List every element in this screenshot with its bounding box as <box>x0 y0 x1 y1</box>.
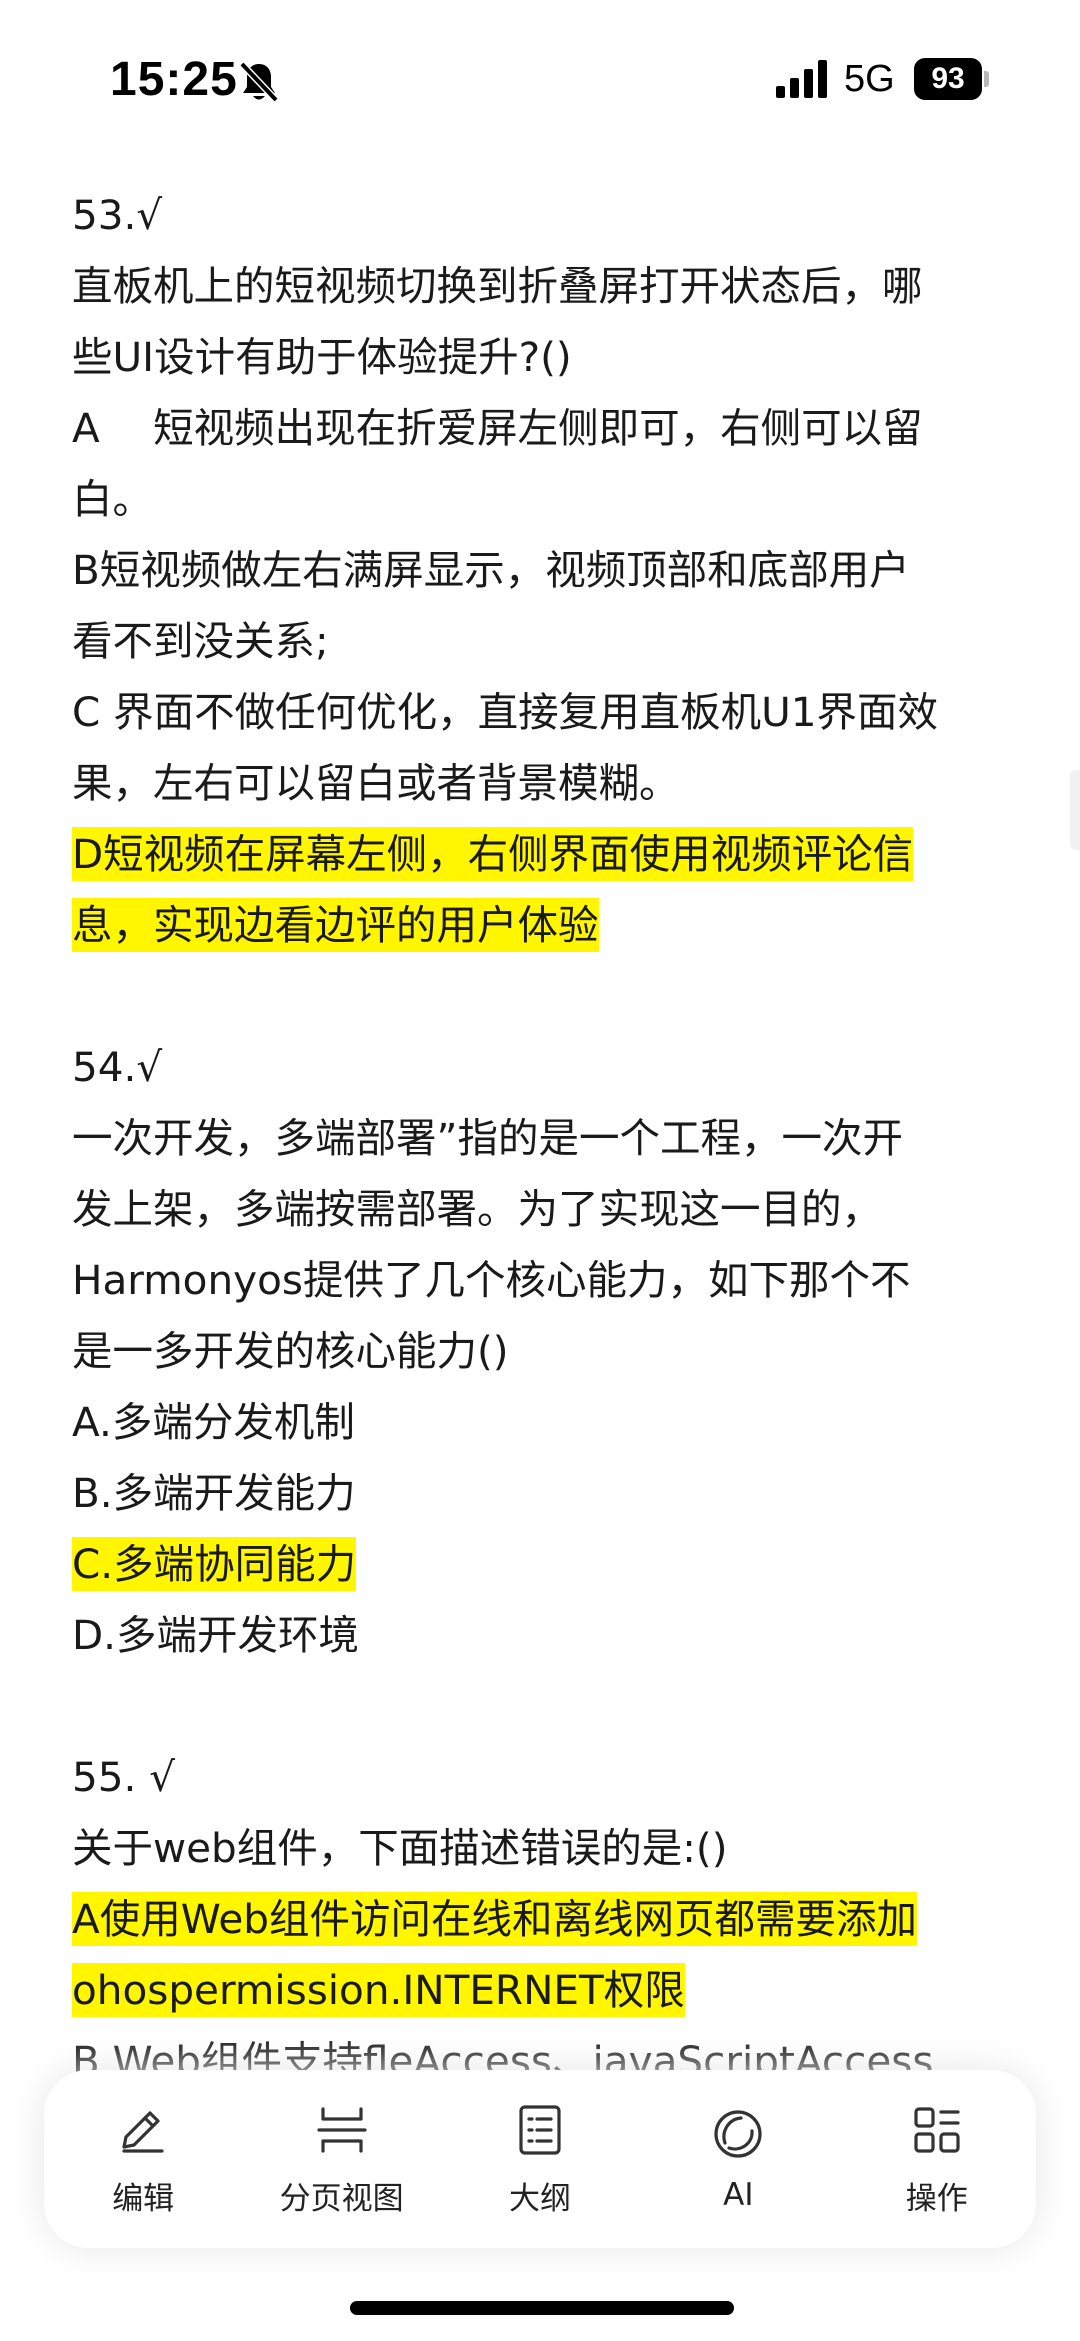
line-text: ohospermission.INTERNET权限 <box>72 1963 685 2017</box>
line-text: 一次开发，多端部署”指的是一个工程，一次开 <box>72 1114 903 1162</box>
line-text: 直板机上的短视频切换到折叠屏打开状态后，哪 <box>72 262 923 310</box>
line-text: 息，实现边看边评的用户体验 <box>72 898 599 952</box>
line-text: A.多端分发机制 <box>72 1398 355 1446</box>
question-block: 53.√ 直板机上的短视频切换到折叠屏打开状态后，哪 些UI设计有助于体验提升?()… <box>72 180 1022 961</box>
actions-button[interactable]: 操作 <box>847 2101 1027 2218</box>
document-body[interactable]: 53.√ 直板机上的短视频切换到折叠屏打开状态后，哪 些UI设计有助于体验提升?()… <box>72 180 1022 2097</box>
page-view-label: 分页视图 <box>279 2180 404 2217</box>
line-text: C.多端协同能力 <box>72 1537 357 1591</box>
battery-tip <box>984 71 989 87</box>
actions-label: 操作 <box>905 2180 968 2217</box>
question-gap <box>72 961 1022 1032</box>
ai-icon <box>714 2110 762 2158</box>
text-line: A 短视频出现在折爱屏左侧即可，右侧可以留 <box>72 393 1022 464</box>
line-text: C 界面不做任何优化，直接复用直板机U1界面效 <box>72 688 939 736</box>
bell-muted-icon <box>239 61 279 103</box>
text-line: 是一多开发的核心能力() <box>72 1316 1022 1387</box>
signal-icon <box>776 60 827 98</box>
text-line: 白。 <box>72 464 1022 535</box>
line-text: B短视频做左右满屏显示，视频顶部和底部用户 <box>72 546 910 594</box>
status-bar: 15:25 5G 93 <box>0 0 1080 160</box>
page-view-icon <box>316 2106 367 2153</box>
line-text: B.多端开发能力 <box>72 1469 356 1517</box>
question-block: 55. √ 关于web组件，下面描述错误的是:() A使用Web组件访问在线和离线网… <box>72 1742 1022 2097</box>
text-line: 些UI设计有助于体验提升?() <box>72 322 1022 393</box>
home-indicator[interactable] <box>350 2301 734 2315</box>
highlighted-line: A使用Web组件访问在线和离线网页都需要添加 <box>72 1884 1022 1955</box>
text-line: 发上架，多端按需部署。为了实现这一目的， <box>72 1174 1022 1245</box>
question-gap <box>72 1671 1022 1742</box>
line-text: 53.√ <box>72 191 163 239</box>
text-line: 55. √ <box>72 1742 1022 1813</box>
question-block: 54.√ 一次开发，多端部署”指的是一个工程，一次开 发上架，多端按需部署。为了实现… <box>72 1032 1022 1671</box>
text-line: 看不到没关系; <box>72 606 1022 677</box>
edit-button[interactable]: 编辑 <box>53 2101 233 2218</box>
outline-button[interactable]: 大纲 <box>450 2101 630 2218</box>
line-text: 果，左右可以留白或者背景模糊。 <box>72 759 680 807</box>
battery-icon: 93 <box>914 58 982 100</box>
grid-icon <box>914 2106 960 2153</box>
text-line: B.多端开发能力 <box>72 1458 1022 1529</box>
bottom-toolbar: 编辑 分页视图 大纲 AI 操作 <box>44 2070 1036 2248</box>
outline-label: 大纲 <box>508 2180 571 2217</box>
line-text: 54.√ <box>72 1043 163 1091</box>
scroll-edge-hint <box>1070 770 1080 850</box>
edit-label: 编辑 <box>112 2180 175 2217</box>
network-type: 5G <box>844 58 895 100</box>
outline-icon <box>519 2104 561 2155</box>
battery-level: 93 <box>931 62 965 95</box>
text-line: 一次开发，多端部署”指的是一个工程，一次开 <box>72 1103 1022 1174</box>
text-line: C 界面不做任何优化，直接复用直板机U1界面效 <box>72 677 1022 748</box>
ai-button[interactable]: AI <box>648 2105 828 2213</box>
text-line: 关于web组件，下面描述错误的是:() <box>72 1813 1022 1884</box>
line-text: 关于web组件，下面描述错误的是:() <box>72 1824 728 1872</box>
highlighted-line: D短视频在屏幕左侧，右侧界面使用视频评论信 <box>72 819 1022 890</box>
pencil-icon <box>122 2110 164 2153</box>
line-text: 是一多开发的核心能力() <box>72 1327 509 1375</box>
text-line: B短视频做左右满屏显示，视频顶部和底部用户 <box>72 535 1022 606</box>
line-text: A 短视频出现在折爱屏左侧即可，右侧可以留 <box>72 404 923 452</box>
highlighted-line: ohospermission.INTERNET权限 <box>72 1955 1022 2026</box>
line-text: 看不到没关系; <box>72 617 329 665</box>
line-text: 些UI设计有助于体验提升?() <box>72 333 572 381</box>
highlighted-line: C.多端协同能力 <box>72 1529 1022 1600</box>
page-view-button[interactable]: 分页视图 <box>252 2101 432 2218</box>
line-text: 白。 <box>72 475 153 523</box>
line-text: D.多端开发环境 <box>72 1611 360 1659</box>
text-line: A.多端分发机制 <box>72 1387 1022 1458</box>
line-text: Harmonyos提供了几个核心能力，如下那个不 <box>72 1256 911 1304</box>
text-line: 果，左右可以留白或者背景模糊。 <box>72 748 1022 819</box>
line-text: 发上架，多端按需部署。为了实现这一目的， <box>72 1185 882 1233</box>
ai-label: AI <box>723 2177 754 2213</box>
line-text: D短视频在屏幕左侧，右侧界面使用视频评论信 <box>72 827 914 881</box>
highlighted-line: 息，实现边看边评的用户体验 <box>72 890 1022 961</box>
text-line: Harmonyos提供了几个核心能力，如下那个不 <box>72 1245 1022 1316</box>
status-time: 15:25 <box>110 53 238 106</box>
text-line: 53.√ <box>72 180 1022 251</box>
text-line: 直板机上的短视频切换到折叠屏打开状态后，哪 <box>72 251 1022 322</box>
line-text: A使用Web组件访问在线和离线网页都需要添加 <box>72 1892 918 1946</box>
text-line: D.多端开发环境 <box>72 1600 1022 1671</box>
text-line: 54.√ <box>72 1032 1022 1103</box>
line-text: 55. √ <box>72 1753 176 1801</box>
